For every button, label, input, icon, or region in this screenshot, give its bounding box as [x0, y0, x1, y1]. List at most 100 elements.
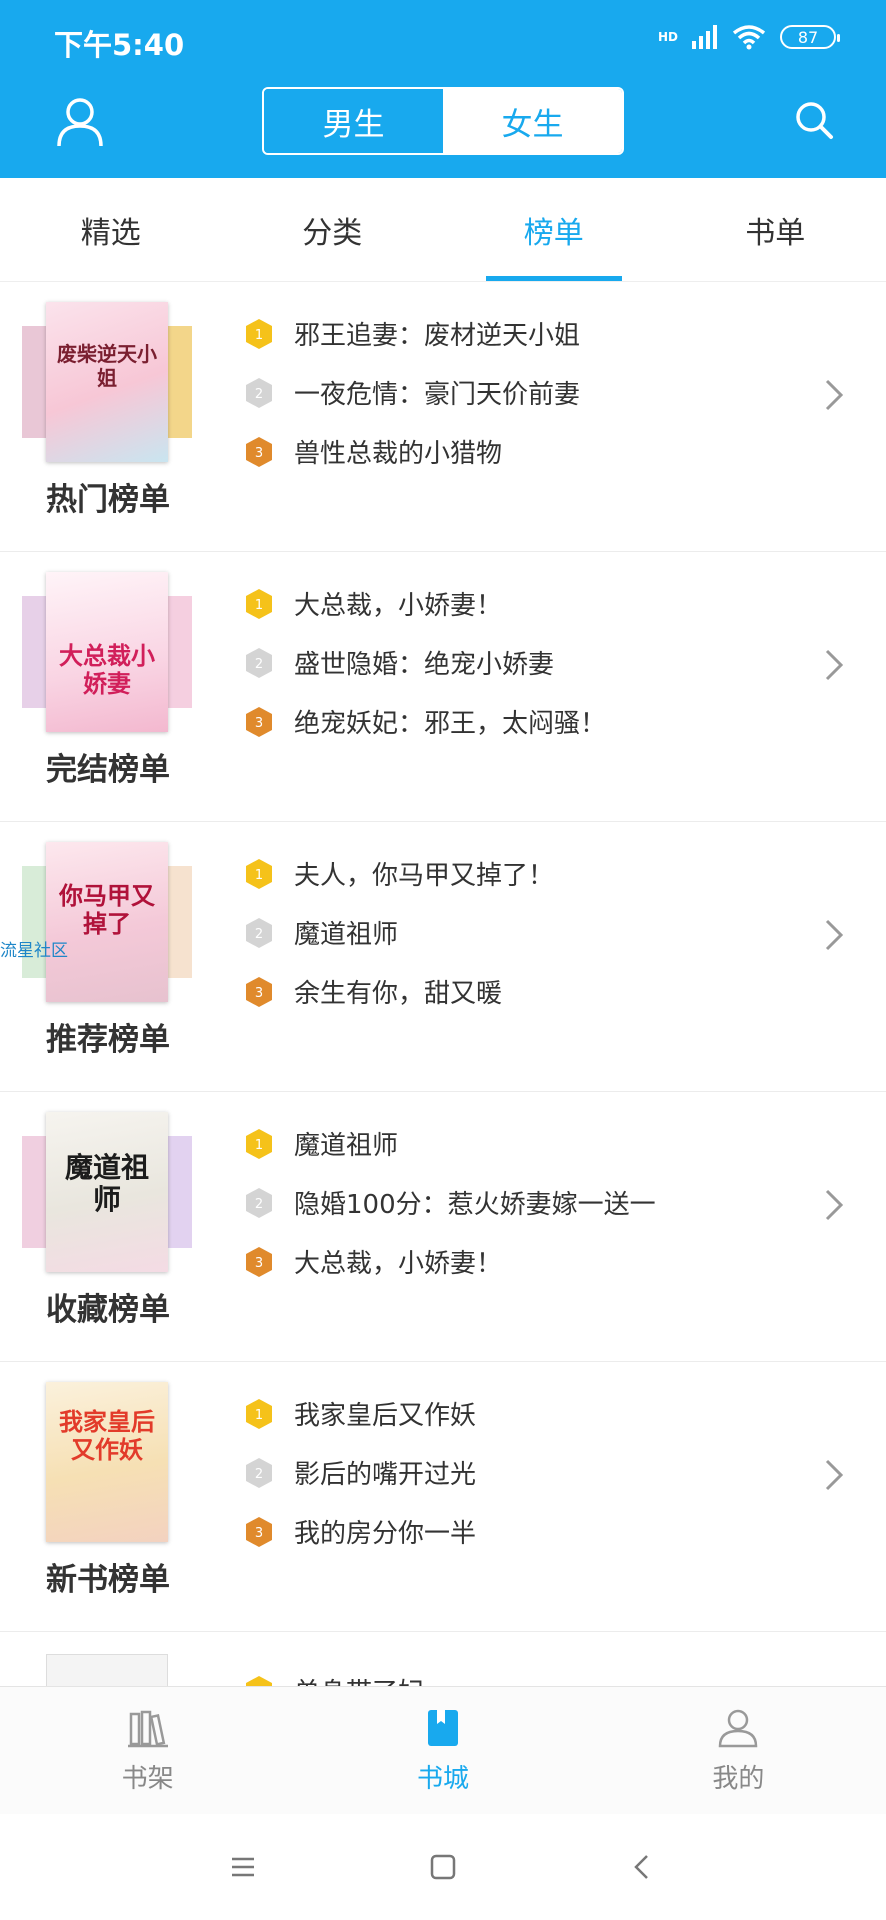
- chevron-right-icon[interactable]: [824, 378, 844, 412]
- ranking-title: 新书榜单: [46, 1562, 170, 1598]
- ranking-entry-2[interactable]: 2 隐婚100分：惹火娇妻嫁一送一: [244, 1173, 804, 1232]
- svg-text:3: 3: [255, 716, 263, 731]
- menu-icon[interactable]: [228, 1852, 258, 1882]
- gender-male-tab[interactable]: 男生: [264, 89, 443, 153]
- ranking-entry-1[interactable]: 1 大总裁，小娇妻！: [244, 574, 804, 633]
- gold-medal-icon: 1: [244, 588, 274, 619]
- ranking-block-favorites[interactable]: 魔道祖师 收藏榜单 1 魔道祖师 2 隐婚100分：惹火娇妻嫁一送一 3 大总裁…: [0, 1092, 886, 1362]
- svg-text:1: 1: [255, 1138, 263, 1153]
- tab-category[interactable]: 分类: [222, 178, 444, 281]
- svg-text:3: 3: [255, 446, 263, 461]
- svg-text:2: 2: [255, 1197, 263, 1212]
- chevron-right-icon[interactable]: [824, 648, 844, 682]
- nav-mine[interactable]: 我的: [591, 1687, 886, 1814]
- ranking-entry-3[interactable]: 3 我的房分你一半: [244, 1502, 804, 1561]
- book-cover: 你马甲又掉了: [46, 842, 168, 1002]
- back-icon[interactable]: [628, 1852, 658, 1882]
- battery-indicator: 87: [780, 25, 840, 49]
- nav-bookshelf[interactable]: 书架: [0, 1687, 295, 1814]
- profile-icon: [719, 1709, 758, 1748]
- book-title: 绝宠妖妃：邪王，太闷骚！: [294, 709, 607, 739]
- ranking-entry-3[interactable]: 3 兽性总裁的小猎物: [244, 422, 804, 481]
- bronze-medal-icon: 3: [244, 706, 274, 737]
- svg-text:2: 2: [255, 1467, 263, 1482]
- nav-label: 我的: [712, 1764, 765, 1794]
- home-icon[interactable]: [428, 1852, 458, 1882]
- book-title: 我家皇后又作妖: [294, 1401, 477, 1431]
- ranking-block-hot[interactable]: 废柴逆天小姐 热门榜单 1 邪王追妻：废材逆天小姐 2 一夜危情：豪门天价前妻 …: [0, 282, 886, 552]
- silver-medal-icon: 2: [244, 917, 274, 948]
- ranking-block-new[interactable]: 我家皇后又作妖 新书榜单 1 我家皇后又作妖 2 影后的嘴开过光 3 我的房分你…: [0, 1362, 886, 1632]
- book-title: 余生有你，甜又暖: [294, 979, 503, 1009]
- svg-text:3: 3: [255, 1526, 263, 1541]
- ranking-entry-2[interactable]: 2 一夜危情：豪门天价前妻: [244, 363, 804, 422]
- ranking-entry-2[interactable]: 2 魔道祖师: [244, 903, 804, 962]
- ranking-entry-1[interactable]: 1 夫人，你马甲又掉了！: [244, 844, 804, 903]
- book-title: 大总裁，小娇妻！: [294, 1249, 503, 1279]
- cover-back: [164, 326, 192, 438]
- svg-text:1: 1: [255, 868, 263, 883]
- app-screen: 下午5:40 HD 87 男生 女生 精选 分类 榜单 书单 废柴逆天小姐 热门…: [0, 0, 886, 1920]
- book-title: 魔道祖师: [294, 1131, 399, 1161]
- category-tabs: 精选 分类 榜单 书单: [0, 178, 886, 282]
- silver-medal-icon: 2: [244, 1187, 274, 1218]
- svg-text:1: 1: [255, 1408, 263, 1423]
- ranking-block-completed[interactable]: 大总裁小娇妻 完结榜单 1 大总裁，小娇妻！ 2 盛世隐婚：绝宠小娇妻 3 绝宠…: [0, 552, 886, 822]
- cover-stack: 我家皇后又作妖: [22, 1382, 192, 1542]
- chevron-right-icon[interactable]: [824, 918, 844, 952]
- bottom-nav: 书架 书城 我的: [0, 1686, 886, 1814]
- tab-booklist[interactable]: 书单: [665, 178, 886, 281]
- svg-text:2: 2: [255, 387, 263, 402]
- book-title: 兽性总裁的小猎物: [294, 439, 503, 469]
- nav-bookstore[interactable]: 书城: [295, 1687, 590, 1814]
- ranking-entries: 1 魔道祖师 2 隐婚100分：惹火娇妻嫁一送一 3 大总裁，小娇妻！: [244, 1114, 804, 1291]
- book-title: 魔道祖师: [294, 920, 399, 950]
- book-cover: 废柴逆天小姐: [46, 302, 168, 462]
- bookstore-icon: [427, 1710, 458, 1746]
- ranking-entry-3[interactable]: 3 绝宠妖妃：邪王，太闷骚！: [244, 692, 804, 751]
- svg-text:3: 3: [255, 1256, 263, 1271]
- gender-female-tab[interactable]: 女生: [443, 89, 622, 153]
- hd-label: HD: [657, 30, 678, 44]
- search-icon[interactable]: [794, 100, 834, 140]
- bronze-medal-icon: 3: [244, 976, 274, 1007]
- nav-label: 书城: [416, 1764, 469, 1794]
- svg-text:2: 2: [255, 657, 263, 672]
- bronze-medal-icon: 3: [244, 1516, 274, 1547]
- ranking-entry-1[interactable]: 1 邪王追妻：废材逆天小姐: [244, 304, 804, 363]
- book-title: 一夜危情：豪门天价前妻: [294, 380, 581, 410]
- gold-medal-icon: 1: [244, 1128, 274, 1159]
- cover-stack: 废柴逆天小姐: [22, 302, 192, 462]
- ranking-entry-1[interactable]: 1 魔道祖师: [244, 1114, 804, 1173]
- ranking-list: 废柴逆天小姐 热门榜单 1 邪王追妻：废材逆天小姐 2 一夜危情：豪门天价前妻 …: [0, 282, 886, 1692]
- watermark-text: 流星社区: [0, 941, 68, 961]
- tab-rankings[interactable]: 榜单: [443, 178, 665, 281]
- cover-stack: 大总裁小娇妻: [22, 572, 192, 732]
- wifi-icon: [732, 25, 766, 50]
- ranking-entry-2[interactable]: 2 盛世隐婚：绝宠小娇妻: [244, 633, 804, 692]
- nav-label: 书架: [121, 1764, 174, 1794]
- bronze-medal-icon: 3: [244, 1246, 274, 1277]
- silver-medal-icon: 2: [244, 1457, 274, 1488]
- chevron-right-icon[interactable]: [824, 1458, 844, 1492]
- gold-medal-icon: 1: [244, 1398, 274, 1429]
- user-icon[interactable]: [56, 96, 104, 148]
- ranking-entry-1[interactable]: 1 我家皇后又作妖: [244, 1384, 804, 1443]
- ranking-entry-2[interactable]: 2 影后的嘴开过光: [244, 1443, 804, 1502]
- battery-level: 87: [797, 27, 819, 47]
- status-time: 下午5:40: [54, 28, 185, 62]
- ranking-entry-3[interactable]: 3 大总裁，小娇妻！: [244, 1232, 804, 1291]
- tab-featured[interactable]: 精选: [0, 178, 222, 281]
- svg-text:1: 1: [255, 598, 263, 613]
- ranking-block-partial[interactable]: 单身带了妃: [0, 1632, 886, 1692]
- ranking-entry-3[interactable]: 3 余生有你，甜又暖: [244, 962, 804, 1021]
- book-title: 邪王追妻：废材逆天小姐: [294, 321, 581, 351]
- cover-back: [164, 866, 192, 978]
- cover-title: 大总裁小娇妻: [59, 641, 155, 698]
- cover-title: 我家皇后又作妖: [59, 1407, 155, 1464]
- chevron-right-icon[interactable]: [824, 1188, 844, 1222]
- cover-back: [164, 596, 192, 708]
- cover-back: [164, 1136, 192, 1248]
- ranking-block-recommended[interactable]: 你马甲又掉了 流星社区 推荐榜单 1 夫人，你马甲又掉了！ 2 魔道祖师 3 余…: [0, 822, 886, 1092]
- ranking-entries: 1 邪王追妻：废材逆天小姐 2 一夜危情：豪门天价前妻 3 兽性总裁的小猎物: [244, 304, 804, 481]
